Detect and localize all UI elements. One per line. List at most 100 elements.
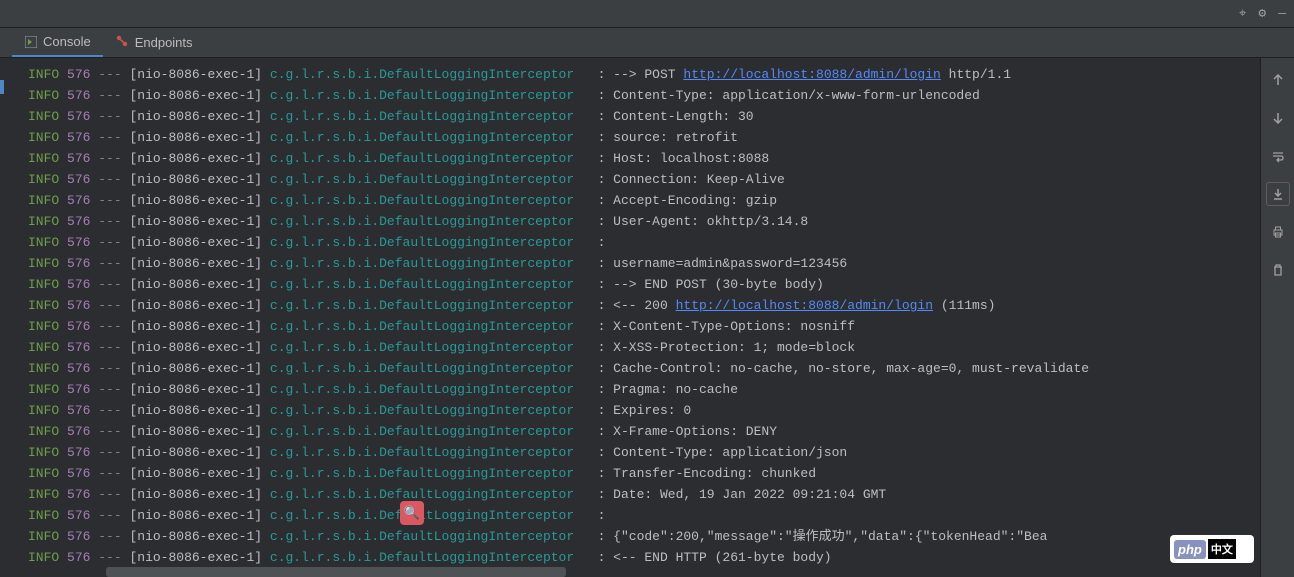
- log-dash: ---: [98, 172, 121, 187]
- log-pid: 576: [67, 508, 90, 523]
- log-pid: 576: [67, 172, 90, 187]
- log-line: INFO 576 --- [nio-8086-exec-1] c.g.l.r.s…: [0, 505, 1260, 526]
- log-logger: c.g.l.r.s.b.i.DefaultLoggingInterceptor: [270, 340, 574, 355]
- log-thread: [nio-8086-exec-1]: [129, 214, 262, 229]
- log-line: INFO 576 --- [nio-8086-exec-1] c.g.l.r.s…: [0, 337, 1260, 358]
- log-dash: ---: [98, 109, 121, 124]
- log-pid: 576: [67, 487, 90, 502]
- log-message-post: (111ms): [933, 298, 995, 313]
- log-logger: c.g.l.r.s.b.i.DefaultLoggingInterceptor: [270, 382, 574, 397]
- log-line: INFO 576 --- [nio-8086-exec-1] c.g.l.r.s…: [0, 253, 1260, 274]
- log-logger: c.g.l.r.s.b.i.DefaultLoggingInterceptor: [270, 319, 574, 334]
- log-pid: 576: [67, 340, 90, 355]
- log-dash: ---: [98, 403, 121, 418]
- horizontal-scrollbar-thumb[interactable]: [106, 567, 566, 577]
- log-dash: ---: [98, 529, 121, 544]
- log-logger: c.g.l.r.s.b.i.DefaultLoggingInterceptor: [270, 277, 574, 292]
- log-line: INFO 576 --- [nio-8086-exec-1] c.g.l.r.s…: [0, 85, 1260, 106]
- tab-console-label: Console: [43, 34, 91, 49]
- log-level: INFO: [28, 130, 59, 145]
- target-icon[interactable]: ⌖: [1239, 6, 1246, 21]
- tab-endpoints[interactable]: Endpoints: [103, 28, 205, 57]
- log-message: Content-Length: 30: [613, 109, 753, 124]
- tool-window-tabs: Console Endpoints: [0, 28, 1294, 58]
- log-line: INFO 576 --- [nio-8086-exec-1] c.g.l.r.s…: [0, 190, 1260, 211]
- log-url-link[interactable]: http://localhost:8088/admin/login: [683, 67, 940, 82]
- log-colon: :: [598, 466, 614, 481]
- log-url-link[interactable]: http://localhost:8088/admin/login: [676, 298, 933, 313]
- log-line: INFO 576 --- [nio-8086-exec-1] c.g.l.r.s…: [0, 358, 1260, 379]
- log-thread: [nio-8086-exec-1]: [129, 235, 262, 250]
- log-line: INFO 576 --- [nio-8086-exec-1] c.g.l.r.s…: [0, 295, 1260, 316]
- log-thread: [nio-8086-exec-1]: [129, 109, 262, 124]
- gear-icon[interactable]: ⚙: [1258, 6, 1266, 21]
- log-colon: :: [598, 67, 614, 82]
- log-message: Accept-Encoding: gzip: [613, 193, 777, 208]
- log-colon: :: [598, 193, 614, 208]
- up-stack-button[interactable]: [1266, 68, 1290, 92]
- log-thread: [nio-8086-exec-1]: [129, 403, 262, 418]
- log-colon: :: [598, 340, 614, 355]
- clear-all-button[interactable]: [1266, 258, 1290, 282]
- log-line: INFO 576 --- [nio-8086-exec-1] c.g.l.r.s…: [0, 400, 1260, 421]
- soft-wrap-button[interactable]: [1266, 144, 1290, 168]
- log-logger: c.g.l.r.s.b.i.DefaultLoggingInterceptor: [270, 403, 574, 418]
- log-pid: 576: [67, 88, 90, 103]
- log-logger: c.g.l.r.s.b.i.DefaultLoggingInterceptor: [270, 88, 574, 103]
- tab-console[interactable]: Console: [12, 28, 103, 57]
- log-logger: c.g.l.r.s.b.i.DefaultLoggingInterceptor: [270, 172, 574, 187]
- down-stack-button[interactable]: [1266, 106, 1290, 130]
- log-colon: :: [598, 424, 614, 439]
- log-pid: 576: [67, 424, 90, 439]
- log-level: INFO: [28, 193, 59, 208]
- log-message: username=admin&password=123456: [613, 256, 847, 271]
- log-message: Connection: Keep-Alive: [613, 172, 785, 187]
- log-level: INFO: [28, 403, 59, 418]
- log-thread: [nio-8086-exec-1]: [129, 508, 262, 523]
- log-logger: c.g.l.r.s.b.i.DefaultLoggingInterceptor: [270, 67, 574, 82]
- log-level: INFO: [28, 256, 59, 271]
- log-message: X-Frame-Options: DENY: [613, 424, 777, 439]
- log-dash: ---: [98, 424, 121, 439]
- log-colon: :: [598, 298, 614, 313]
- log-level: INFO: [28, 382, 59, 397]
- log-logger: c.g.l.r.s.b.i.DefaultLoggingInterceptor: [270, 445, 574, 460]
- log-colon: :: [598, 361, 614, 376]
- log-dash: ---: [98, 88, 121, 103]
- log-colon: :: [598, 319, 614, 334]
- log-message: {"code":200,"message":"操作成功","data":{"to…: [613, 529, 1047, 544]
- log-pid: 576: [67, 529, 90, 544]
- log-dash: ---: [98, 550, 121, 565]
- scroll-to-end-button[interactable]: [1266, 182, 1290, 206]
- log-message: Content-Type: application/json: [613, 445, 847, 460]
- log-logger: c.g.l.r.s.b.i.DefaultLoggingInterceptor: [270, 424, 574, 439]
- log-colon: :: [598, 172, 614, 187]
- log-level: INFO: [28, 319, 59, 334]
- log-logger: c.g.l.r.s.b.i.DefaultLoggingInterceptor: [270, 466, 574, 481]
- log-colon: :: [598, 256, 614, 271]
- log-colon: :: [598, 550, 614, 565]
- log-dash: ---: [98, 382, 121, 397]
- log-thread: [nio-8086-exec-1]: [129, 319, 262, 334]
- log-thread: [nio-8086-exec-1]: [129, 382, 262, 397]
- log-logger: c.g.l.r.s.b.i.DefaultLoggingInterceptor: [270, 235, 574, 250]
- console-output[interactable]: INFO 576 --- [nio-8086-exec-1] c.g.l.r.s…: [0, 58, 1260, 577]
- log-colon: :: [598, 130, 614, 145]
- log-pid: 576: [67, 235, 90, 250]
- log-line: INFO 576 --- [nio-8086-exec-1] c.g.l.r.s…: [0, 148, 1260, 169]
- print-button[interactable]: [1266, 220, 1290, 244]
- log-level: INFO: [28, 277, 59, 292]
- find-button[interactable]: 🔍: [400, 501, 424, 525]
- log-message: Date: Wed, 19 Jan 2022 09:21:04 GMT: [613, 487, 886, 502]
- log-level: INFO: [28, 172, 59, 187]
- log-dash: ---: [98, 340, 121, 355]
- log-pid: 576: [67, 319, 90, 334]
- minimize-icon[interactable]: —: [1278, 6, 1286, 21]
- log-line: INFO 576 --- [nio-8086-exec-1] c.g.l.r.s…: [0, 106, 1260, 127]
- log-line: INFO 576 --- [nio-8086-exec-1] c.g.l.r.s…: [0, 463, 1260, 484]
- log-dash: ---: [98, 256, 121, 271]
- log-thread: [nio-8086-exec-1]: [129, 88, 262, 103]
- log-logger: c.g.l.r.s.b.i.DefaultLoggingInterceptor: [270, 361, 574, 376]
- log-level: INFO: [28, 445, 59, 460]
- log-level: INFO: [28, 487, 59, 502]
